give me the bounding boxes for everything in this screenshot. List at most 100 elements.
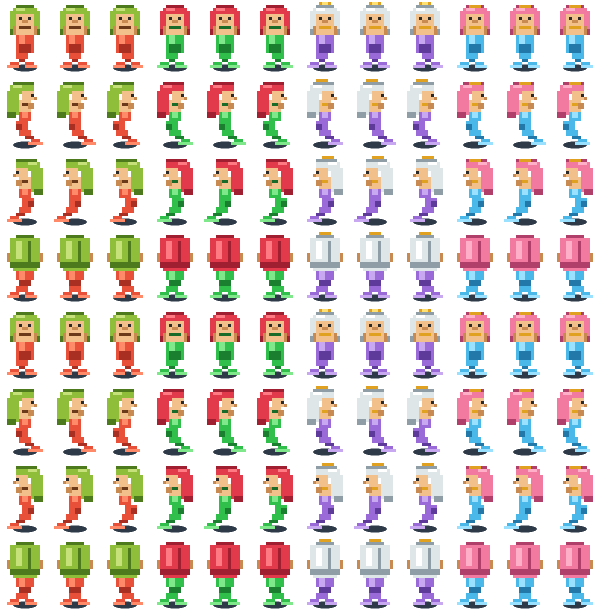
silver-haired-mermaid-sprite-back bbox=[351, 537, 401, 613]
green-haired-mermaid-sprite-side-right bbox=[51, 77, 101, 153]
green-haired-mermaid-sprite-front bbox=[1, 307, 51, 383]
red-haired-mermaid-sprite-side-left bbox=[151, 461, 201, 537]
green-haired-mermaid-figure bbox=[57, 81, 96, 149]
pink-haired-mermaid-sprite-back bbox=[501, 230, 551, 306]
red-haired-mermaid-sprite-side-left bbox=[201, 154, 251, 230]
pink-haired-mermaid-sprite-back bbox=[551, 537, 600, 613]
silver-haired-mermaid-figure bbox=[407, 385, 440, 456]
pink-haired-mermaid-sprite-back bbox=[501, 537, 551, 613]
green-haired-mermaid-sprite-side-right bbox=[101, 77, 151, 153]
green-haired-mermaid-sprite-back bbox=[51, 230, 101, 306]
silver-haired-mermaid-figure bbox=[410, 2, 443, 72]
pink-haired-mermaid-sprite-front bbox=[451, 307, 501, 383]
red-haired-mermaid-sprite-side-right bbox=[151, 77, 201, 153]
silver-haired-mermaid-figure bbox=[357, 539, 393, 609]
silver-haired-mermaid-sprite-side-right bbox=[351, 384, 401, 460]
red-haired-mermaid-sprite-side-right bbox=[151, 384, 201, 460]
green-haired-mermaid-figure bbox=[7, 388, 43, 456]
green-haired-mermaid-sprite-back bbox=[101, 537, 151, 613]
silver-haired-mermaid-figure bbox=[407, 539, 443, 609]
pink-haired-mermaid-figure bbox=[457, 158, 493, 225]
pink-haired-mermaid-sprite-side-left bbox=[451, 461, 501, 537]
red-haired-mermaid-figure bbox=[207, 81, 246, 149]
red-haired-mermaid-sprite-back bbox=[251, 230, 301, 306]
silver-haired-mermaid-figure bbox=[357, 78, 396, 149]
green-haired-mermaid-sprite-front bbox=[1, 0, 51, 76]
silver-haired-mermaid-sprite-side-right bbox=[401, 384, 451, 460]
red-haired-mermaid-sprite-front bbox=[151, 0, 201, 76]
pink-haired-mermaid-figure bbox=[457, 81, 493, 149]
pink-haired-mermaid-figure bbox=[457, 542, 493, 609]
green-haired-mermaid-figure bbox=[7, 312, 40, 379]
sprite-sheet bbox=[0, 0, 600, 614]
pink-haired-mermaid-sprite-side-left bbox=[501, 154, 551, 230]
green-haired-mermaid-figure bbox=[7, 5, 40, 72]
red-haired-mermaid-figure bbox=[257, 542, 293, 609]
silver-haired-mermaid-figure bbox=[307, 2, 340, 72]
pink-haired-mermaid-sprite-side-left bbox=[551, 461, 600, 537]
pink-haired-mermaid-sprite-back bbox=[451, 537, 501, 613]
green-haired-mermaid-sprite-back bbox=[101, 230, 151, 306]
red-haired-mermaid-figure bbox=[204, 465, 243, 532]
red-haired-mermaid-figure bbox=[157, 465, 193, 532]
green-haired-mermaid-figure bbox=[54, 465, 93, 532]
green-haired-mermaid-figure bbox=[7, 235, 43, 302]
red-haired-mermaid-sprite-side-right bbox=[201, 384, 251, 460]
silver-haired-mermaid-figure bbox=[307, 78, 343, 149]
red-haired-mermaid-sprite-front bbox=[151, 307, 201, 383]
red-haired-mermaid-sprite-side-left bbox=[201, 461, 251, 537]
red-haired-mermaid-figure bbox=[257, 81, 290, 149]
red-haired-mermaid-figure bbox=[207, 388, 246, 456]
green-haired-mermaid-figure bbox=[57, 388, 96, 456]
pink-haired-mermaid-figure bbox=[560, 158, 593, 225]
red-haired-mermaid-figure bbox=[157, 5, 190, 72]
silver-haired-mermaid-figure bbox=[410, 462, 443, 532]
green-haired-mermaid-figure bbox=[7, 542, 43, 609]
silver-haired-mermaid-sprite-side-left bbox=[351, 461, 401, 537]
red-haired-mermaid-figure bbox=[157, 235, 193, 302]
pink-haired-mermaid-sprite-front bbox=[551, 0, 600, 76]
pink-haired-mermaid-figure bbox=[507, 542, 543, 609]
red-haired-mermaid-sprite-back bbox=[201, 537, 251, 613]
green-haired-mermaid-figure bbox=[57, 235, 93, 302]
pink-haired-mermaid-sprite-back bbox=[451, 230, 501, 306]
pink-haired-mermaid-figure bbox=[457, 388, 493, 456]
silver-haired-mermaid-figure bbox=[410, 309, 443, 379]
red-haired-mermaid-sprite-front bbox=[201, 307, 251, 383]
green-haired-mermaid-figure bbox=[110, 5, 143, 72]
silver-haired-mermaid-sprite-side-right bbox=[401, 77, 451, 153]
silver-haired-mermaid-sprite-side-right bbox=[351, 77, 401, 153]
red-haired-mermaid-figure bbox=[210, 312, 240, 379]
green-haired-mermaid-figure bbox=[107, 235, 143, 302]
silver-haired-mermaid-figure bbox=[354, 462, 393, 532]
red-haired-mermaid-figure bbox=[260, 312, 293, 379]
silver-haired-mermaid-figure bbox=[354, 155, 393, 225]
pink-haired-mermaid-sprite-front bbox=[451, 0, 501, 76]
silver-haired-mermaid-sprite-back bbox=[301, 537, 351, 613]
silver-haired-mermaid-figure bbox=[407, 78, 440, 149]
silver-haired-mermaid-sprite-back bbox=[401, 537, 451, 613]
silver-haired-mermaid-sprite-side-right bbox=[301, 384, 351, 460]
silver-haired-mermaid-sprite-side-left bbox=[401, 461, 451, 537]
red-haired-mermaid-figure bbox=[260, 5, 293, 72]
pink-haired-mermaid-sprite-side-left bbox=[501, 461, 551, 537]
silver-haired-mermaid-sprite-side-left bbox=[301, 154, 351, 230]
pink-haired-mermaid-sprite-side-right bbox=[551, 384, 600, 460]
silver-haired-mermaid-figure bbox=[307, 385, 343, 456]
pink-haired-mermaid-sprite-side-right bbox=[551, 77, 600, 153]
red-haired-mermaid-sprite-side-right bbox=[251, 77, 301, 153]
silver-haired-mermaid-sprite-front bbox=[351, 307, 401, 383]
pink-haired-mermaid-figure bbox=[560, 5, 593, 72]
silver-haired-mermaid-sprite-front bbox=[301, 0, 351, 76]
silver-haired-mermaid-figure bbox=[357, 385, 396, 456]
red-haired-mermaid-sprite-back bbox=[201, 230, 251, 306]
red-haired-mermaid-sprite-back bbox=[251, 537, 301, 613]
red-haired-mermaid-sprite-back bbox=[151, 230, 201, 306]
pink-haired-mermaid-figure bbox=[457, 235, 493, 302]
pink-haired-mermaid-sprite-side-right bbox=[501, 77, 551, 153]
pink-haired-mermaid-figure bbox=[507, 388, 546, 456]
pink-haired-mermaid-figure bbox=[507, 235, 543, 302]
pink-haired-mermaid-figure bbox=[560, 465, 593, 532]
green-haired-mermaid-sprite-side-left bbox=[1, 461, 51, 537]
pink-haired-mermaid-figure bbox=[557, 235, 593, 302]
